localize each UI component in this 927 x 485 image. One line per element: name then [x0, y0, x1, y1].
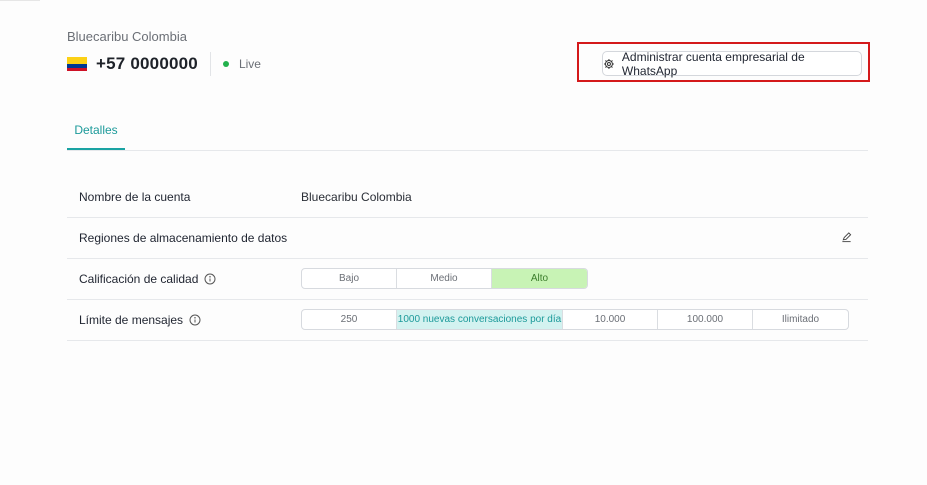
limit-option-unlimited[interactable]: Ilimitado [753, 310, 848, 329]
table-row-message-limit: Límite de mensajes 250 1000 nuevas conve… [67, 300, 868, 341]
storage-regions-label: Regiones de almacenamiento de datos [79, 231, 288, 245]
account-name-heading: Bluecaribu Colombia [67, 29, 187, 44]
tab-detalles[interactable]: Detalles [67, 118, 125, 150]
details-table: Nombre de la cuenta Bluecaribu Colombia … [67, 177, 868, 341]
table-row-quality-rating: Calificación de calidad Bajo Medio Alto [67, 259, 868, 300]
phone-number: +57 0000000 [96, 54, 198, 73]
message-limit-label: Límite de mensajes [79, 313, 184, 327]
gear-icon [603, 58, 614, 69]
limit-option-1000[interactable]: 1000 nuevas conversaciones por día [397, 310, 563, 329]
table-row-storage-regions: Regiones de almacenamiento de datos [67, 218, 868, 259]
quality-rating-label: Calificación de calidad [79, 272, 199, 286]
info-icon[interactable] [189, 314, 201, 326]
tab-bar: Detalles [67, 118, 868, 151]
quality-rating-segmented-control: Bajo Medio Alto [301, 268, 588, 289]
top-divider [0, 0, 40, 1]
info-icon[interactable] [204, 273, 216, 285]
edit-pencil-icon[interactable] [841, 232, 852, 243]
status-dot-icon [222, 61, 229, 67]
header-divider [209, 52, 211, 76]
limit-option-100000[interactable]: 100.000 [658, 310, 753, 329]
account-name-label: Nombre de la cuenta [79, 190, 191, 204]
quality-option-medio[interactable]: Medio [397, 269, 492, 288]
status-badge: Live [238, 57, 261, 71]
limit-option-250[interactable]: 250 [302, 310, 397, 329]
quality-option-bajo[interactable]: Bajo [302, 269, 397, 288]
message-limit-segmented-control: 250 1000 nuevas conversaciones por día 1… [301, 309, 849, 330]
phone-row: +57 0000000 Live [67, 52, 261, 76]
colombia-flag-icon [67, 57, 87, 71]
limit-option-10000[interactable]: 10.000 [563, 310, 658, 329]
quality-option-alto[interactable]: Alto [492, 269, 587, 288]
manage-button-label: Administrar cuenta empresarial de WhatsA… [621, 49, 805, 78]
account-name-value: Bluecaribu Colombia [301, 190, 412, 204]
manage-whatsapp-business-button[interactable]: Administrar cuenta empresarial de WhatsA… [602, 49, 862, 78]
table-row-account-name: Nombre de la cuenta Bluecaribu Colombia [67, 177, 868, 218]
